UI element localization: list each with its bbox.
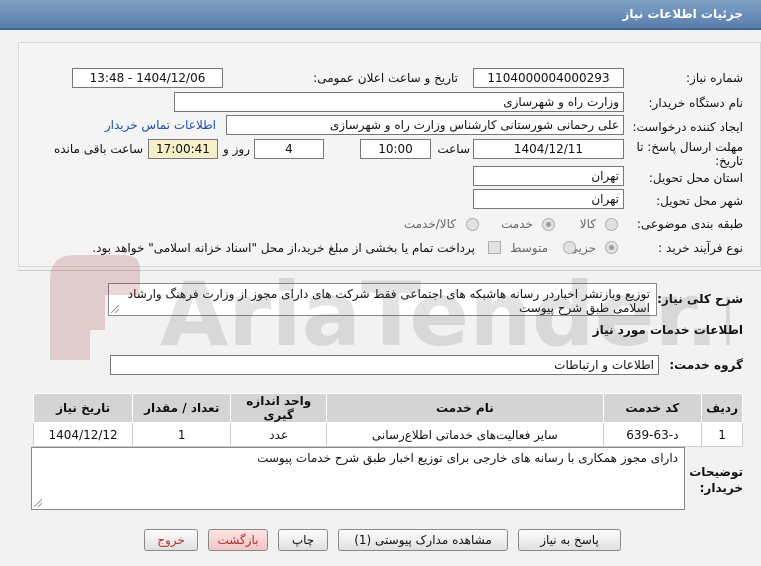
buyer-notes-label: توضیحات xyxy=(689,465,743,479)
cell-unit: عدد xyxy=(230,422,328,447)
category-service-label: خدمت xyxy=(501,217,533,231)
category-service-radio[interactable] xyxy=(542,218,555,231)
remaining-time-field: 17:00:41 xyxy=(148,139,218,159)
deadline-date-label: تاریخ: xyxy=(715,154,743,168)
category-goods-service-label: کالا/خدمت xyxy=(403,217,456,231)
category-label: طبقه بندی موضوعی: xyxy=(636,217,743,231)
section-divider xyxy=(18,270,761,271)
description-field: توزیع وبازنشر اخباردر رسانه هاشبکه های ا… xyxy=(108,283,657,316)
deadline-label: مهلت ارسال پاسخ: تا xyxy=(636,140,743,154)
days-label: روز و xyxy=(223,142,250,156)
table-header-row: ردیف کد خدمت نام خدمت واحد اندازه گیری ت… xyxy=(32,393,743,423)
remaining-time-label: ساعت باقی مانده xyxy=(53,142,143,156)
category-goods-label: کالا xyxy=(579,217,596,231)
process-medium-radio[interactable] xyxy=(563,241,576,254)
province-field: تهران xyxy=(473,166,624,186)
treasury-bonds-checkbox[interactable] xyxy=(488,241,501,254)
category-goods-service-radio[interactable] xyxy=(466,218,479,231)
buyer-notes-field: دارای مجوز همکاری با رسانه های خارجی برا… xyxy=(31,447,685,510)
service-group-label: گروه خدمت: xyxy=(669,358,743,372)
process-type-label: نوع فرآیند خرید : xyxy=(658,241,743,255)
city-field: تهران xyxy=(473,189,624,209)
buyer-org-field: وزارت راه و شهرسازی xyxy=(174,92,624,112)
announce-datetime-label: تاریخ و ساعت اعلان عمومی: xyxy=(313,71,458,85)
province-label: استان محل تحویل: xyxy=(648,171,743,185)
deadline-date-field: 1404/12/11 xyxy=(473,139,624,159)
buyer-notes-text: دارای مجوز همکاری با رسانه های خارجی برا… xyxy=(257,451,678,465)
exit-button[interactable]: خروج xyxy=(144,529,198,551)
process-medium-label: متوسط xyxy=(510,241,548,255)
buyer-org-label: نام دستگاه خریدار: xyxy=(648,96,744,110)
column-header-service-name: نام خدمت xyxy=(326,393,604,423)
column-header-quantity: تعداد / مقدار xyxy=(132,393,232,423)
table-row: 1 د-63-639 سایر فعالیت‌های خدماتی اطلاع‌… xyxy=(32,422,743,447)
column-header-service-code: کد خدمت xyxy=(602,393,703,423)
print-button[interactable]: چاپ xyxy=(278,529,328,551)
view-attachments-button[interactable]: مشاهده مدارک پیوستی (1) xyxy=(338,529,508,551)
cell-service-code: د-63-639 xyxy=(602,422,703,447)
reply-button[interactable]: پاسخ به نیاز xyxy=(518,529,621,551)
page-header: جزئیات اطلاعات نیاز xyxy=(0,0,761,30)
treasury-bonds-note: پرداخت تمام یا بخشی از مبلغ خرید،از محل … xyxy=(92,241,475,255)
resize-grip-icon[interactable] xyxy=(34,499,42,507)
description-text: توزیع وبازنشر اخباردر رسانه هاشبکه های ا… xyxy=(127,287,650,315)
buyer-notes-label-2: خریدار: xyxy=(699,481,743,495)
column-header-unit: واحد اندازه گیری xyxy=(230,393,328,423)
cell-service-name: سایر فعالیت‌های خدماتی اطلاع‌رسانی xyxy=(326,422,604,447)
process-minor-radio[interactable] xyxy=(605,241,618,254)
need-number-label: شماره نیاز: xyxy=(686,71,743,85)
service-group-field: اطلاعات و ارتباطات xyxy=(110,355,659,375)
column-header-row-number: ردیف xyxy=(701,393,743,423)
city-label: شهر محل تحویل: xyxy=(656,194,743,208)
buyer-contact-link[interactable]: اطلاعات تماس خریدار xyxy=(105,118,216,132)
cell-row-number: 1 xyxy=(701,422,743,447)
page-title: جزئیات اطلاعات نیاز xyxy=(622,7,743,21)
services-table: ردیف کد خدمت نام خدمت واحد اندازه گیری ت… xyxy=(32,393,743,447)
deadline-time-label: ساعت xyxy=(437,142,470,156)
deadline-time-field: 10:00 xyxy=(360,139,431,159)
description-label: شرح کلی نیاز: xyxy=(657,292,743,306)
column-header-need-date: تاریخ نیاز xyxy=(32,393,134,423)
cell-quantity: 1 xyxy=(132,422,232,447)
need-number-field: 1104000004000293 xyxy=(473,68,624,88)
days-remaining-field: 4 xyxy=(254,139,324,159)
back-button[interactable]: بازگشت xyxy=(208,529,268,551)
resize-grip-icon[interactable] xyxy=(111,305,119,313)
category-goods-radio[interactable] xyxy=(605,218,618,231)
services-section-title: اطلاعات خدمات مورد نیاز xyxy=(592,323,743,337)
requester-field: علی رحمانی شورستانی کارشناس وزارت راه و … xyxy=(226,115,624,135)
cell-need-date: 1404/12/12 xyxy=(32,422,134,447)
announce-datetime-field: 1404/12/06 - 13:48 xyxy=(72,68,223,88)
requester-label: ایجاد کننده درخواست: xyxy=(632,120,743,134)
